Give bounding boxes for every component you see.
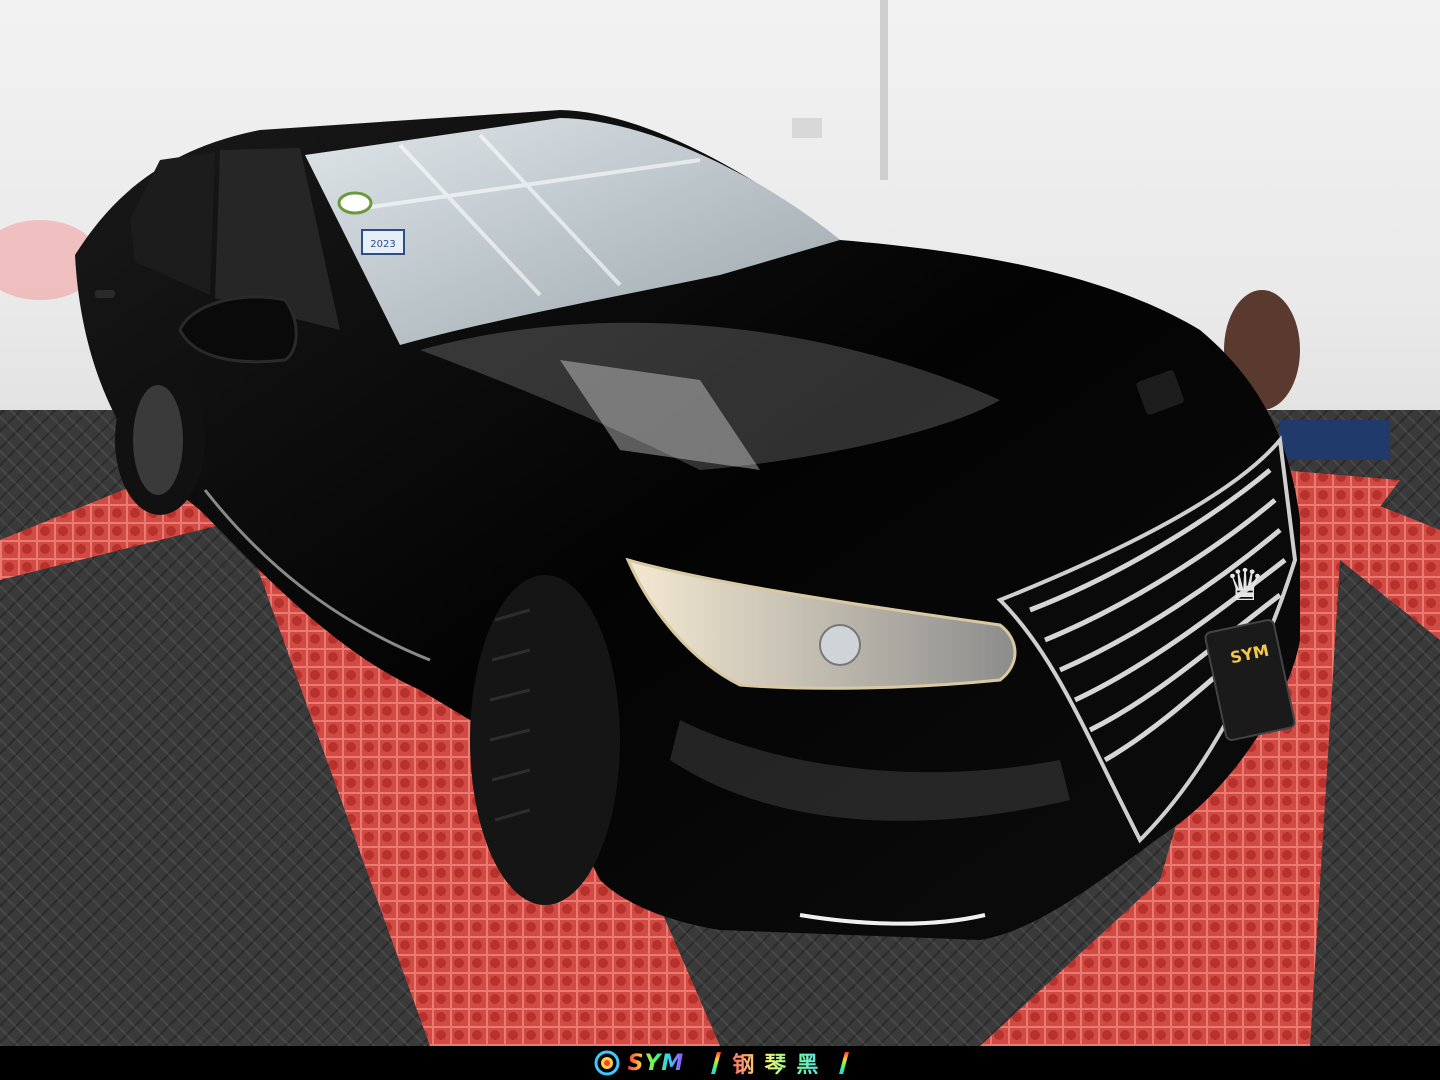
slogan-right-mark [839, 1052, 850, 1074]
photo-canvas: 2023 ♛ SYM SYM 钢琴黑 [0, 0, 1440, 1080]
brand-text: SYM [627, 1050, 685, 1076]
car-scene: 2023 ♛ SYM [0, 0, 1440, 1046]
grille-crown-emblem: ♛ [1225, 560, 1264, 611]
slogan-left-mark [711, 1052, 722, 1074]
footer-bar: SYM 钢琴黑 [0, 1046, 1440, 1080]
sticker-year: 2023 [370, 239, 395, 250]
slogan: 钢琴黑 [711, 1047, 850, 1079]
wall-pipe [880, 0, 888, 180]
headlight-projector [819, 624, 861, 666]
slogan-text: 钢琴黑 [732, 1047, 828, 1079]
brand-logo: SYM [594, 1050, 685, 1076]
brand-logo-icon [594, 1050, 620, 1076]
rear-rim [133, 385, 183, 495]
wall-box [792, 118, 822, 138]
background-cart [1280, 420, 1390, 460]
door-handle [95, 290, 115, 298]
